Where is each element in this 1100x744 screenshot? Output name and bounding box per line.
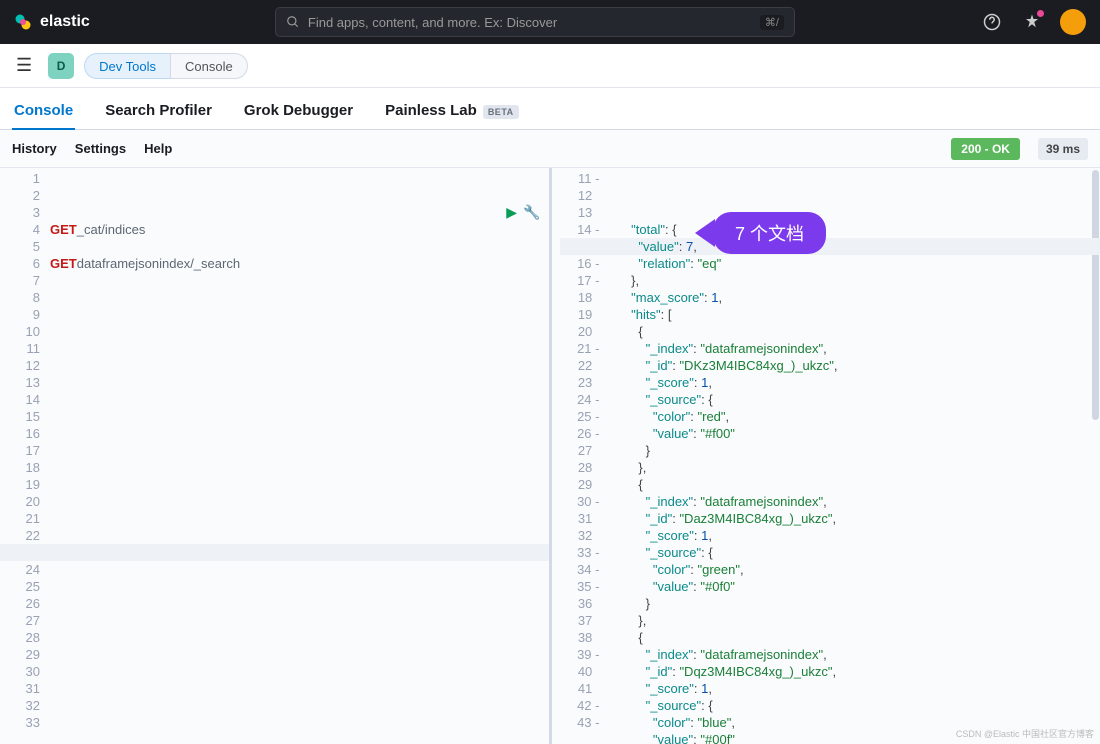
search-placeholder: Find apps, content, and more. Ex: Discov… <box>308 15 557 30</box>
breadcrumb-console[interactable]: Console <box>170 53 248 79</box>
response-status: 200 - OK <box>951 138 1020 160</box>
console-toolbar: History Settings Help 200 - OK 39 ms <box>0 130 1100 168</box>
tab-painless-lab[interactable]: Painless LabBETA <box>383 102 521 129</box>
request-code[interactable]: ▶ 🔧 GET _cat/indicesGET dataframejsonind… <box>50 168 549 744</box>
help-icon[interactable] <box>980 10 1004 34</box>
search-icon <box>286 15 300 29</box>
tab-bar: Console Search Profiler Grok Debugger Pa… <box>0 88 1100 130</box>
tab-search-profiler[interactable]: Search Profiler <box>103 102 214 129</box>
notification-dot <box>1037 10 1044 17</box>
space-badge[interactable]: D <box>48 53 74 79</box>
nav-toggle-icon[interactable]: ☰ <box>10 55 38 76</box>
response-time: 39 ms <box>1038 138 1088 160</box>
play-icon[interactable]: ▶ <box>506 204 517 221</box>
newsfeed-icon[interactable] <box>1020 10 1044 34</box>
top-bar: elastic Find apps, content, and more. Ex… <box>0 0 1100 44</box>
beta-badge: BETA <box>483 105 519 119</box>
breadcrumb-devtools[interactable]: Dev Tools <box>84 53 170 79</box>
request-pane[interactable]: 1234567891011121314151617181920212223242… <box>0 168 552 744</box>
tab-console[interactable]: Console <box>12 102 75 129</box>
help-link[interactable]: Help <box>144 141 172 156</box>
brand-logo[interactable]: elastic <box>14 13 90 31</box>
request-actions: ▶ 🔧 <box>506 204 540 221</box>
annotation-callout: 7 个文档 <box>695 212 826 254</box>
watermark: CSDN @Elastic 中国社区官方博客 <box>956 727 1094 740</box>
request-gutter: 1234567891011121314151617181920212223242… <box>0 168 50 744</box>
elastic-logo-icon <box>14 13 32 31</box>
tab-grok-debugger[interactable]: Grok Debugger <box>242 102 355 129</box>
callout-arrow-icon <box>695 219 715 247</box>
user-avatar[interactable] <box>1060 9 1086 35</box>
scrollbar[interactable] <box>1092 170 1099 420</box>
top-icons <box>980 9 1086 35</box>
response-pane[interactable]: 11 -12 13 14 -15 16 -17 -18 19 20 21 -22… <box>552 168 1100 744</box>
brand-name: elastic <box>40 13 90 31</box>
editor-area: 1234567891011121314151617181920212223242… <box>0 168 1100 744</box>
breadcrumb: Dev Tools Console <box>84 53 248 79</box>
wrench-icon[interactable]: 🔧 <box>523 204 540 221</box>
callout-text: 7 个文档 <box>713 212 826 254</box>
global-search[interactable]: Find apps, content, and more. Ex: Discov… <box>275 7 795 37</box>
history-link[interactable]: History <box>12 141 57 156</box>
subheader: ☰ D Dev Tools Console <box>0 44 1100 88</box>
search-shortcut: ⌘/ <box>760 15 784 30</box>
settings-link[interactable]: Settings <box>75 141 126 156</box>
response-code[interactable]: "total": { "value": 7, "relation": "eq" … <box>610 168 1100 744</box>
